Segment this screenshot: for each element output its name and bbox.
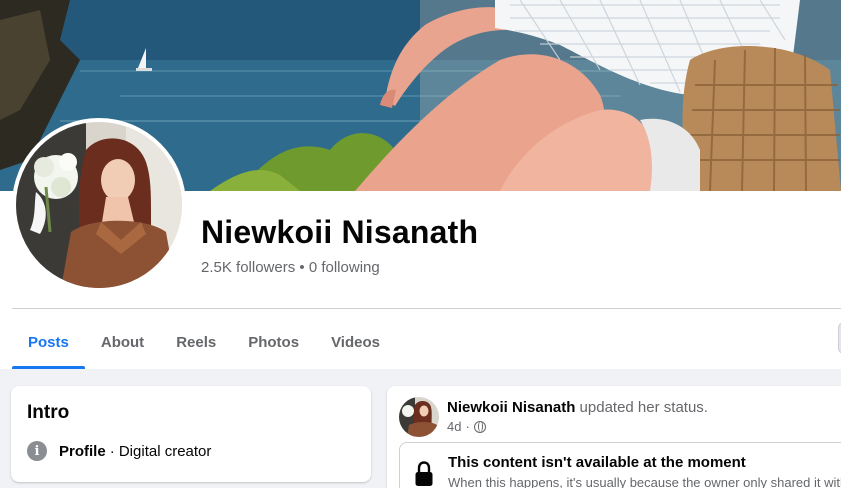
post-timestamp[interactable]: 4d [447,419,461,434]
notice-title: This content isn't available at the mome… [448,454,746,471]
info-icon: i [27,441,47,461]
post-card: Niewkoii Nisanath updated her status. 4d… [387,386,841,488]
post-header: Niewkoii Nisanath updated her status. [447,399,708,416]
tab-posts[interactable]: Posts [12,315,85,369]
follow-stats: 2.5K followers • 0 following [201,259,380,276]
post-author-avatar[interactable] [399,397,439,437]
globe-icon[interactable] [473,420,486,433]
tab-photos[interactable]: Photos [232,315,315,369]
intro-card: Intro i Profile · Digital creator [11,386,371,482]
post-meta-separator: · [465,419,470,434]
profile-page: Niewkoii Nisanath 2.5K followers • 0 fol… [0,0,841,488]
tab-about[interactable]: About [85,315,160,369]
post-action: updated her status. [579,399,708,416]
lock-icon [415,461,433,486]
followers-count[interactable]: 2.5K followers [201,259,295,276]
content-unavailable-notice: This content isn't available at the mome… [399,442,841,488]
avatar-image [16,122,182,288]
profile-tabs: Posts About Reels Photos Videos [12,315,396,369]
tab-videos[interactable]: Videos [315,315,396,369]
profile-avatar[interactable] [12,118,186,292]
tab-reels[interactable]: Reels [160,315,232,369]
intro-row-label: Profile [59,442,106,460]
stats-separator: • [299,259,305,276]
profile-name: Niewkoii Nisanath [201,214,479,250]
post-author-name[interactable]: Niewkoii Nisanath [447,399,575,416]
intro-row-value: · Digital creator [109,442,212,460]
header-divider [12,308,841,309]
post-meta: 4d · [447,419,486,434]
post-avatar-image [399,397,439,437]
notice-text: When this happens, it's usually because … [448,475,841,488]
intro-profile-row: i Profile · Digital creator [27,441,211,461]
following-count[interactable]: 0 following [309,259,380,276]
intro-title: Intro [27,402,70,423]
